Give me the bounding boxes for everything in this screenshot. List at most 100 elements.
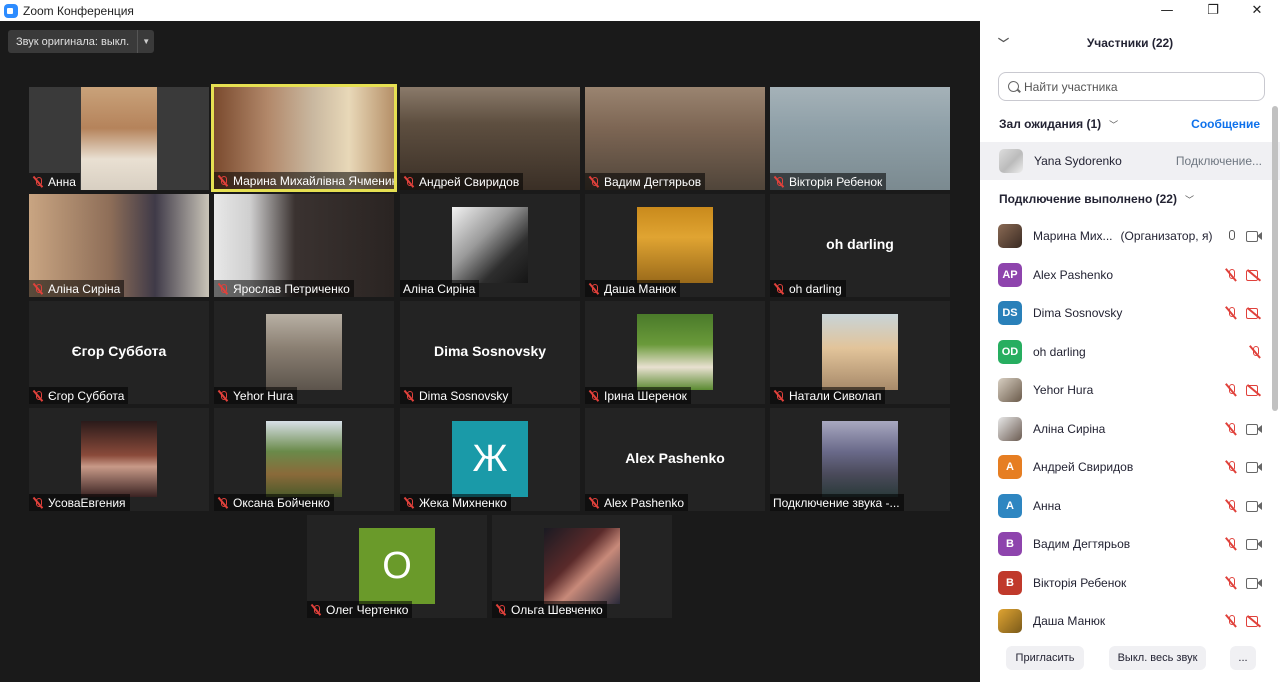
participant-name-bar: oh darling — [770, 280, 846, 297]
participant-row[interactable]: Аліна Сиріна — [980, 410, 1270, 449]
camera-icon[interactable] — [1246, 461, 1262, 473]
camera-off-icon[interactable] — [1246, 307, 1262, 319]
video-tile[interactable]: УсоваЕвгения — [29, 408, 209, 511]
video-tile[interactable]: Вікторія Ребенок — [770, 87, 950, 190]
participant-name: Єгор Суббота — [48, 388, 125, 403]
camera-off-icon[interactable] — [1246, 384, 1262, 396]
participant-name: Ольга Шевченко — [511, 602, 603, 617]
participant-name: Даша Манюк — [1033, 614, 1106, 629]
mic-icon[interactable] — [1224, 229, 1238, 243]
video-tile[interactable]: Dima Sosnovsky Dima Sosnovsky — [400, 301, 580, 404]
muted-mic-icon — [217, 497, 229, 509]
video-tile[interactable]: Оксана Бойченко — [214, 408, 394, 511]
muted-mic-icon — [32, 390, 44, 402]
video-tile[interactable]: Ж Жека Михненко — [400, 408, 580, 511]
maximize-button[interactable]: ❐ — [1190, 0, 1236, 21]
video-tile[interactable]: Єгор Суббота Єгор Суббота — [29, 301, 209, 404]
muted-mic-icon[interactable] — [1224, 422, 1238, 436]
avatar — [999, 149, 1023, 173]
participant-name: Ірина Шеренок — [604, 388, 687, 403]
participant-row[interactable]: DS Dima Sosnovsky — [980, 294, 1270, 333]
participant-name: Вікторія Ребенок — [1033, 575, 1127, 590]
video-tile[interactable]: Натали Сиволап — [770, 301, 950, 404]
participant-row[interactable]: B Вадим Дегтярьов — [980, 525, 1270, 564]
video-tile[interactable]: oh darling oh darling — [770, 194, 950, 297]
muted-mic-icon[interactable] — [1224, 576, 1238, 590]
muted-mic-icon[interactable] — [1224, 268, 1238, 282]
muted-mic-icon[interactable] — [1224, 537, 1238, 551]
camera-icon[interactable] — [1246, 230, 1262, 242]
participant-row[interactable]: B Вікторія Ребенок — [980, 564, 1270, 603]
waiting-user-status: Подключение... — [1175, 154, 1262, 168]
participant-row[interactable]: A Андрей Свиридов — [980, 448, 1270, 487]
chevron-down-icon[interactable]: ﹀ — [1109, 118, 1118, 131]
avatar — [998, 378, 1022, 403]
message-button[interactable]: Сообщение — [1191, 117, 1260, 131]
camera-off-icon[interactable] — [1246, 615, 1262, 627]
participant-name: Вадим Дегтярьов — [604, 174, 702, 189]
video-tile[interactable]: Андрей Свиридов — [400, 87, 580, 190]
invite-button[interactable]: Пригласить — [1006, 646, 1084, 670]
video-tile-active-speaker[interactable]: Марина Михайлівна Ячменик — [211, 84, 397, 192]
participant-name-bar: Оксана Бойченко — [214, 494, 334, 511]
video-tile[interactable]: Ірина Шеренок — [585, 301, 765, 404]
muted-mic-icon[interactable] — [1224, 383, 1238, 397]
muted-mic-icon[interactable] — [1224, 499, 1238, 513]
mute-all-button[interactable]: Выкл. весь звук — [1109, 646, 1206, 670]
minimize-button[interactable]: — — [1144, 0, 1190, 21]
avatar — [998, 416, 1022, 441]
avatar: B — [998, 570, 1022, 595]
participant-row[interactable]: AP Alex Pashenko — [980, 256, 1270, 295]
participant-row[interactable]: Марина Мих... (Организатор, я) — [980, 217, 1270, 256]
video-tile[interactable]: Даша Манюк — [585, 194, 765, 297]
participant-row[interactable]: A Анна — [980, 487, 1270, 526]
camera-icon[interactable] — [1246, 577, 1262, 589]
connected-header[interactable]: Подключение выполнено (22) ﹀ — [980, 188, 1280, 210]
video-tile[interactable]: О Олег Чертенко — [307, 515, 487, 618]
participant-name: Жека Михненко — [419, 495, 507, 510]
video-tile[interactable]: Alex Pashenko Alex Pashenko — [585, 408, 765, 511]
participant-name: Даша Манюк — [604, 281, 677, 296]
chevron-down-icon[interactable]: ▼ — [137, 30, 154, 53]
video-tile[interactable]: Подключение звука -... — [770, 408, 950, 511]
original-sound-toggle[interactable]: Звук оригинала: выкл. ▼ — [8, 30, 155, 53]
participant-row[interactable]: Даша Манюк — [980, 602, 1270, 637]
scrollbar-thumb[interactable] — [1272, 106, 1278, 411]
chevron-down-icon[interactable]: ﹀ — [1185, 193, 1194, 206]
camera-off-icon[interactable] — [1246, 269, 1262, 281]
scrollbar[interactable] — [1270, 106, 1278, 641]
participant-row[interactable]: OD oh darling — [980, 333, 1270, 372]
participant-name: Dima Sosnovsky — [1033, 306, 1123, 321]
video-tile[interactable]: Аліна Сиріна — [29, 194, 209, 297]
zoom-logo-icon — [4, 3, 18, 18]
video-tile[interactable]: Вадим Дегтярьов — [585, 87, 765, 190]
muted-mic-icon[interactable] — [1224, 614, 1238, 628]
participant-name-bar: Марина Михайлівна Ячменик — [214, 172, 394, 189]
participant-name: Аліна Сиріна — [1033, 421, 1106, 436]
search-input[interactable] — [1024, 79, 1244, 94]
video-tile[interactable]: Ярослав Петриченко — [214, 194, 394, 297]
video-tile[interactable]: Аліна Сиріна — [400, 194, 580, 297]
participant-name-bar: Вікторія Ребенок — [770, 173, 887, 190]
participant-name-bar: Alex Pashenko — [585, 494, 689, 511]
muted-mic-icon[interactable] — [1248, 345, 1262, 359]
participant-name-bar: Подключение звука -... — [770, 494, 904, 511]
muted-mic-icon[interactable] — [1224, 460, 1238, 474]
video-tile[interactable]: Yehor Hura — [214, 301, 394, 404]
camera-icon[interactable] — [1246, 538, 1262, 550]
more-options-button[interactable]: ... — [1230, 646, 1256, 670]
close-button[interactable]: ✕ — [1234, 0, 1280, 21]
camera-icon[interactable] — [1246, 500, 1262, 512]
video-tile[interactable]: Ольга Шевченко — [492, 515, 672, 618]
muted-mic-icon[interactable] — [1224, 306, 1238, 320]
video-tile[interactable]: Анна — [29, 87, 209, 190]
muted-mic-icon — [32, 176, 44, 188]
search-field[interactable] — [998, 72, 1265, 101]
participant-row[interactable]: Yehor Hura — [980, 371, 1270, 410]
collapse-chevron-icon[interactable]: ﹀ — [998, 35, 1009, 51]
camera-icon[interactable] — [1246, 423, 1262, 435]
muted-mic-icon — [588, 390, 600, 402]
participant-photo — [544, 528, 620, 604]
waiting-room-row[interactable]: Yana Sydorenko Подключение... — [980, 142, 1280, 180]
waiting-room-header[interactable]: Зал ожидания (1) ﹀ Сообщение — [980, 113, 1280, 135]
